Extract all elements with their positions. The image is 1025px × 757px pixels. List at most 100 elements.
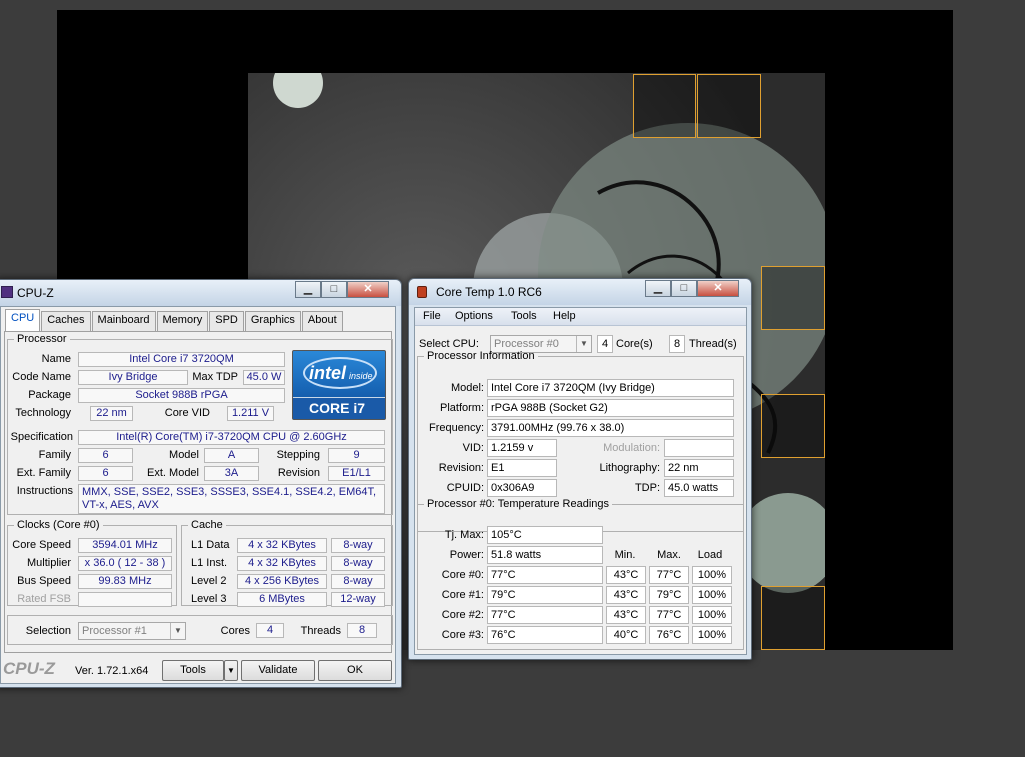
render-bucket-tile — [761, 586, 825, 650]
intel-logo: intel inside CORE i7 — [292, 350, 386, 420]
tools-dropdown-arrow-icon[interactable]: ▼ — [224, 660, 238, 681]
revision-label: Revision: — [438, 462, 484, 474]
level2-way: 8-way — [331, 574, 385, 589]
menu-file[interactable]: File — [423, 310, 441, 322]
maximize-icon[interactable]: □ — [671, 280, 697, 297]
core-max: 77°C — [649, 606, 689, 624]
validate-button[interactable]: Validate — [241, 660, 315, 681]
cpuid-label: CPUID: — [446, 482, 484, 494]
maximize-icon[interactable]: □ — [321, 281, 347, 298]
revision-value: E1 — [487, 459, 557, 477]
tools-button[interactable]: Tools — [162, 660, 224, 681]
threads-label: Thread(s) — [689, 338, 737, 350]
bus-speed-label: Bus Speed — [17, 575, 71, 587]
coretemp-titlebar[interactable]: Core Temp 1.0 RC6 ▁ □ ✕ — [409, 279, 751, 305]
stepping-label: Stepping — [276, 449, 320, 461]
rated-fsb-value — [78, 592, 172, 607]
cpuz-client: CPU Caches Mainboard Memory SPD Graphics… — [0, 306, 396, 684]
max-header: Max. — [657, 549, 681, 561]
close-icon[interactable]: ✕ — [347, 281, 389, 298]
tab-caches[interactable]: Caches — [41, 311, 91, 331]
ext-model-label: Ext. Model — [147, 467, 199, 479]
model-label: Model: — [450, 382, 484, 394]
max-tdp-label: Max TDP — [192, 371, 238, 383]
minimize-icon[interactable]: ▁ — [645, 280, 671, 297]
cpu-tab-panel: Processor Name Intel Core i7 3720QM Code… — [4, 331, 393, 653]
l1-data-label: L1 Data — [191, 539, 230, 551]
menu-tools[interactable]: Tools — [511, 310, 537, 322]
ext-model-value: 3A — [204, 466, 259, 481]
l1-data-way: 8-way — [331, 538, 385, 553]
cores-label: Core(s) — [616, 338, 653, 350]
revision-label: Revision — [277, 467, 320, 479]
cpuz-brand-logo: CPU-Z — [3, 659, 55, 678]
tjmax-label: Tj. Max: — [444, 529, 484, 541]
power-value: 51.8 watts — [487, 546, 603, 564]
lithography-value: 22 nm — [664, 459, 734, 477]
cpuz-titlebar[interactable]: CPU-Z ▁ □ ✕ — [0, 280, 401, 306]
menu-options[interactable]: Options — [455, 310, 493, 322]
core-label: Core #3: — [441, 629, 484, 641]
modulation-value — [664, 439, 734, 457]
ext-family-label: Ext. Family — [16, 467, 71, 479]
vid-value: 1.2159 v — [487, 439, 557, 457]
specification-value: Intel(R) Core(TM) i7-3720QM CPU @ 2.60GH… — [78, 430, 385, 445]
tab-about[interactable]: About — [301, 311, 343, 331]
core-max: 76°C — [649, 626, 689, 644]
model-value: Intel Core i7 3720QM (Ivy Bridge) — [487, 379, 734, 397]
core-load: 100% — [692, 586, 732, 604]
multiplier-value: x 36.0 ( 12 - 38 ) — [78, 556, 172, 571]
minimize-icon[interactable]: ▁ — [295, 281, 321, 298]
core-min: 43°C — [606, 586, 646, 604]
family-value: 6 — [78, 448, 133, 463]
cpuz-tabs: CPU Caches Mainboard Memory SPD Graphics… — [5, 309, 344, 331]
frequency-value: 3791.00MHz (99.76 x 38.0) — [487, 419, 734, 437]
close-icon[interactable]: ✕ — [697, 280, 739, 297]
name-value: Intel Core i7 3720QM — [78, 352, 285, 367]
instructions-value: MMX, SSE, SSE2, SSE3, SSSE3, SSE4.1, SSE… — [78, 484, 385, 514]
core-max: 79°C — [649, 586, 689, 604]
tab-cpu[interactable]: CPU — [5, 309, 41, 331]
platform-label: Platform: — [439, 402, 484, 414]
coretemp-window: Core Temp 1.0 RC6 ▁ □ ✕ File Options Too… — [408, 278, 752, 660]
l1-inst-label: L1 Inst. — [191, 557, 228, 569]
coretemp-title: Core Temp 1.0 RC6 — [436, 285, 542, 299]
core-min: 43°C — [606, 606, 646, 624]
level2-label: Level 2 — [191, 575, 227, 587]
core-label: Core #1: — [441, 589, 484, 601]
name-label: Name — [41, 353, 71, 365]
select-cpu-label: Select CPU: — [419, 338, 479, 350]
model-value: A — [204, 448, 259, 463]
cpuid-value: 0x306A9 — [487, 479, 557, 497]
core-label: Core #0: — [441, 569, 484, 581]
tab-mainboard[interactable]: Mainboard — [91, 311, 156, 331]
level2-size: 4 x 256 KBytes — [237, 574, 327, 589]
tab-memory[interactable]: Memory — [156, 311, 209, 331]
tdp-value: 45.0 watts — [664, 479, 734, 497]
tab-spd[interactable]: SPD — [209, 311, 244, 331]
selection-dropdown[interactable]: Processor #1 ▼ — [78, 622, 186, 640]
level3-size: 6 MBytes — [237, 592, 327, 607]
tjmax-value: 105°C — [487, 526, 603, 544]
core-temp: 76°C — [487, 626, 603, 644]
coretemp-app-icon — [417, 286, 427, 298]
platform-value: rPGA 988B (Socket G2) — [487, 399, 734, 417]
ok-button[interactable]: OK — [318, 660, 392, 681]
max-tdp-value: 45.0 W — [243, 370, 285, 385]
coretemp-client: File Options Tools Help Select CPU: Proc… — [414, 307, 747, 655]
selection-label: Selection — [25, 625, 71, 637]
render-bucket-tile — [761, 266, 825, 330]
menu-help[interactable]: Help — [553, 310, 576, 322]
l1-inst-size: 4 x 32 KBytes — [237, 556, 327, 571]
core-max: 77°C — [649, 566, 689, 584]
specification-label: Specification — [10, 431, 73, 443]
render-bucket-tile — [761, 394, 825, 458]
ext-family-value: 6 — [78, 466, 133, 481]
code-name-value: Ivy Bridge — [78, 370, 188, 385]
tab-graphics[interactable]: Graphics — [244, 311, 301, 331]
package-value: Socket 988B rPGA — [78, 388, 285, 403]
core-load: 100% — [692, 566, 732, 584]
cpuz-version: Ver. 1.72.1.x64 — [75, 665, 149, 677]
cpuz-title: CPU-Z — [17, 286, 54, 300]
frequency-label: Frequency: — [428, 422, 484, 434]
